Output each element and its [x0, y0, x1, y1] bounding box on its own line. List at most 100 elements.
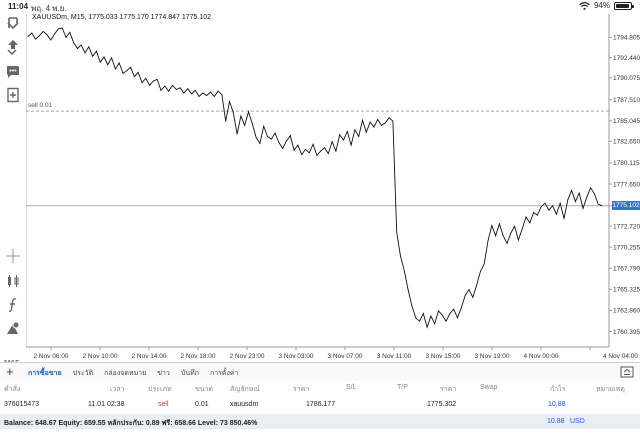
- price-point: [510, 232, 512, 234]
- price-point: [99, 61, 101, 63]
- y-tick-label: 1790.075: [613, 75, 640, 82]
- chat-icon[interactable]: [3, 63, 23, 81]
- price-point: [529, 222, 531, 224]
- account-summary: Balance: 648.67 Equity: 659.55 หลักประกั…: [0, 414, 640, 429]
- objects-icon[interactable]: [3, 319, 23, 337]
- price-point: [179, 87, 181, 89]
- col-profit: กำไร: [550, 386, 566, 393]
- table-row[interactable]: 376015473 11.01 02:38 sell 0.01 xauusdm …: [0, 396, 640, 414]
- price-point: [316, 154, 318, 156]
- price-point: [46, 34, 48, 36]
- price-point: [92, 55, 94, 57]
- trade-icon[interactable]: [3, 38, 23, 56]
- left-toolbar: M15: [0, 14, 26, 368]
- y-tick-label: 1794.805: [613, 35, 640, 42]
- price-series-line: [27, 27, 603, 329]
- new-order-icon[interactable]: [3, 86, 23, 104]
- price-point: [331, 141, 333, 143]
- col-tp: T/P: [397, 384, 408, 391]
- price-point: [521, 228, 523, 230]
- col-order: คำสั่ง: [4, 386, 21, 393]
- price-point: [122, 72, 124, 74]
- price-point: [339, 134, 341, 136]
- function-icon[interactable]: [3, 296, 23, 314]
- price-point: [191, 93, 192, 95]
- price-point: [183, 92, 185, 94]
- price-point: [324, 147, 325, 149]
- price-point: [483, 263, 485, 265]
- price-point: [548, 209, 550, 211]
- order-price: 1786.177: [306, 401, 336, 408]
- price-point: [540, 206, 542, 208]
- price-point: [582, 207, 584, 209]
- x-tick-label: 2 Nov 14:00: [131, 353, 166, 360]
- price-points: [27, 27, 603, 328]
- chart-canvas[interactable]: 1794.805 1792.440 1790.075 1787.510 1785.045…: [26, 14, 640, 362]
- price-point: [536, 214, 538, 216]
- price-point: [362, 119, 363, 121]
- price-point: [248, 111, 249, 113]
- price-point: [297, 144, 299, 146]
- crosshair-icon[interactable]: [3, 247, 23, 265]
- price-point: [282, 148, 284, 149]
- price-point: [229, 101, 230, 102]
- price-point: [198, 95, 200, 97]
- price-point: [175, 89, 177, 90]
- price-point: [422, 313, 424, 314]
- total-profit: 10.88: [547, 418, 565, 425]
- price-point: [164, 85, 166, 87]
- price-point: [255, 136, 257, 138]
- x-tick-label: 2 Nov 23:00: [229, 353, 264, 360]
- price-point: [365, 131, 367, 133]
- col-current-price: ราคา: [440, 386, 457, 393]
- price-point: [578, 192, 580, 194]
- quotes-icon[interactable]: [3, 14, 23, 32]
- price-point: [346, 130, 348, 132]
- price-point: [236, 133, 238, 135]
- y-tick-label: 1787.510: [613, 97, 640, 104]
- expand-panel-icon[interactable]: [620, 366, 634, 378]
- price-point: [293, 149, 295, 151]
- price-point: [225, 120, 227, 122]
- price-point: [38, 35, 40, 37]
- price-point: [251, 123, 253, 125]
- status-bar: 11:04 พฤ. 4 พ.ย. 94%: [0, 0, 640, 14]
- price-point: [388, 117, 390, 119]
- price-point: [278, 142, 280, 143]
- price-point: [502, 235, 504, 237]
- price-point: [498, 223, 500, 225]
- col-time: เวลา: [110, 386, 125, 393]
- price-point: [137, 71, 139, 73]
- price-point: [213, 95, 215, 97]
- price-point: [479, 271, 481, 273]
- price-point: [187, 88, 189, 90]
- price-point: [555, 213, 557, 215]
- x-tick-label: 4 Nov 00:00: [523, 353, 558, 360]
- price-point: [31, 32, 33, 34]
- price-point: [27, 36, 29, 37]
- x-tick-label: 2 Nov 10:00: [82, 353, 117, 360]
- price-point: [111, 57, 113, 59]
- x-tick-label: 3 Nov 07:00: [327, 353, 362, 360]
- price-point: [301, 154, 303, 155]
- price-point: [525, 216, 527, 218]
- add-order-button[interactable]: +: [6, 364, 14, 379]
- price-point: [263, 125, 265, 127]
- indicators-icon[interactable]: [3, 272, 23, 290]
- price-point: [118, 62, 120, 64]
- price-point: [172, 84, 173, 86]
- status-indicators: 94%: [579, 1, 634, 10]
- price-chart[interactable]: 1794.805 1792.440 1790.075 1787.510 1785.045…: [26, 14, 640, 362]
- price-point: [567, 199, 569, 201]
- price-point: [240, 115, 242, 117]
- price-point: [574, 201, 576, 202]
- price-point: [403, 270, 405, 272]
- price-point: [476, 284, 478, 286]
- price-point: [141, 82, 143, 84]
- y-tick-label: 1765.325: [613, 287, 640, 294]
- price-point: [601, 205, 603, 207]
- price-point: [438, 310, 439, 312]
- price-point: [369, 121, 371, 123]
- price-point: [95, 50, 97, 52]
- price-point: [84, 52, 86, 54]
